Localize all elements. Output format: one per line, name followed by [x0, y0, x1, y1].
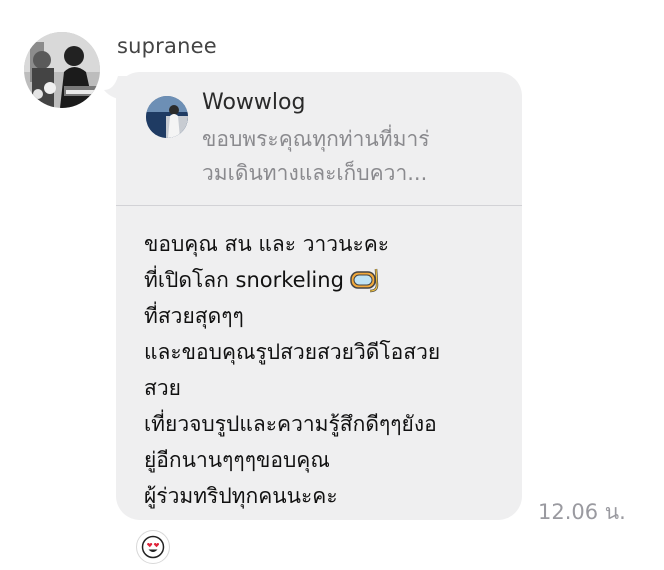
message-line-with-icon: ที่เปิดโลก snorkeling: [144, 262, 504, 298]
message-line: สวย: [144, 376, 181, 400]
reaction-badge[interactable]: [136, 530, 170, 564]
reply-snippet: ขอบพระคุณทุกท่านที่มาร่ วมเดินทางและเก็บ…: [202, 122, 502, 190]
message-line: เที่ยวจบรูปและความรู้สึกดีๆๆยังอ: [144, 412, 437, 436]
message-line: ขอบคุณ สน และ วาวนะคะ: [144, 232, 390, 256]
reply-avatar: [146, 96, 188, 138]
sender-name: supranee: [117, 34, 217, 58]
reply-title: Wowwlog: [202, 90, 306, 115]
sender-avatar[interactable]: [24, 32, 100, 108]
message-bubble[interactable]: Wowwlog ขอบพระคุณทุกท่านที่มาร่ วมเดินทา…: [116, 72, 522, 520]
reply-divider: [116, 205, 522, 206]
message-line: ที่เปิดโลก snorkeling: [144, 268, 344, 292]
message-line: และขอบคุณรูปสวยสวยวิดีโอสวย: [144, 340, 441, 364]
snorkel-mask-icon: [350, 268, 379, 293]
message-line: ผู้ร่วมทริปทุกคนนะคะ: [144, 484, 338, 508]
message-text: ขอบคุณ สน และ วาวนะคะ ที่เปิดโลก snorkel…: [144, 226, 504, 514]
profile-photo-sea-icon: [146, 96, 188, 138]
message-line: ยู่อีกนานๆๆๆขอบคุณ: [144, 448, 330, 472]
reply-preview[interactable]: Wowwlog ขอบพระคุณทุกท่านที่มาร่ วมเดินทา…: [116, 72, 522, 204]
profile-photo-icon: [24, 32, 100, 108]
chat-window: supranee Wowwlog ขอบพระคุณทุกท่านที่มาร่…: [0, 0, 664, 570]
reply-snippet-line: วมเดินทางและเก็บควา...: [202, 161, 428, 185]
message-line: ที่สวยสุดๆๆ: [144, 304, 244, 328]
heart-eyes-emoji-icon: [141, 535, 165, 559]
message-timestamp: 12.06 น.: [538, 500, 626, 524]
reply-snippet-line: ขอบพระคุณทุกท่านที่มาร่: [202, 127, 430, 151]
